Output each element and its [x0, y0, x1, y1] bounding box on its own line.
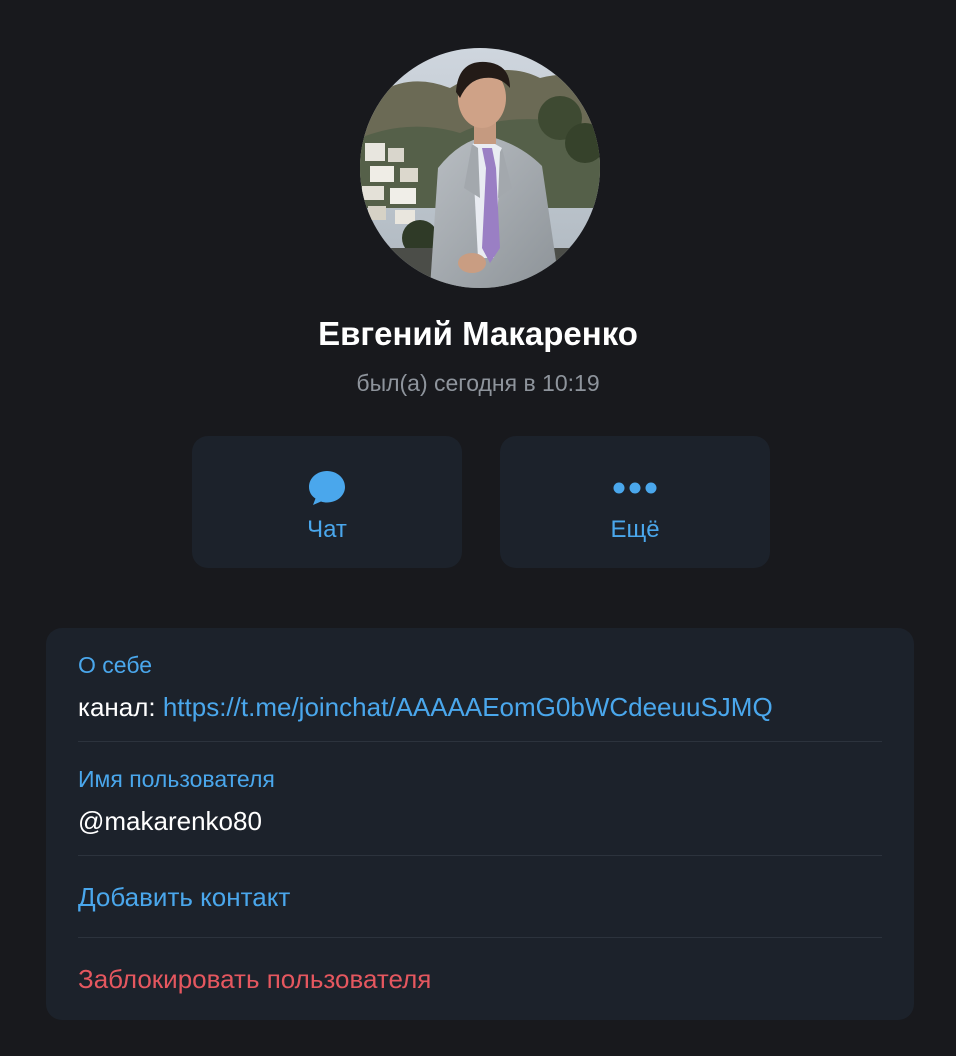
username-value: @makarenko80 [78, 806, 262, 836]
add-contact-button[interactable]: Добавить контакт [78, 880, 290, 914]
about-value: канал: https://t.me/joinchat/AAAAAEomG0b… [78, 690, 882, 724]
channel-link[interactable]: https://t.me/joinchat/AAAAAEomG0bWCdeeuu… [163, 692, 773, 722]
divider [78, 741, 882, 742]
divider [78, 855, 882, 856]
info-card: О себе канал: https://t.me/joinchat/AAAA… [46, 628, 914, 1020]
more-dots-icon [500, 468, 770, 508]
chat-button-label: Чат [307, 516, 347, 543]
username-caption: Имя пользователя [78, 766, 275, 792]
chat-button[interactable]: Чат [192, 436, 462, 568]
avatar[interactable] [360, 48, 600, 288]
profile-name: Евгений Макаренко [318, 315, 638, 352]
about-section: О себе канал: https://t.me/joinchat/AAAA… [78, 650, 882, 724]
username-section[interactable]: Имя пользователя @makarenko80 [78, 764, 882, 838]
more-button[interactable]: Ещё [500, 436, 770, 568]
divider [78, 937, 882, 938]
about-caption: О себе [78, 652, 153, 678]
block-user-button[interactable]: Заблокировать пользователя [78, 962, 431, 996]
last-seen-status: был(а) сегодня в 10:19 [356, 370, 600, 396]
more-button-label: Ещё [610, 516, 660, 543]
about-prefix: канал: [78, 692, 163, 722]
avatar-photo [360, 48, 600, 288]
chat-bubble-icon [192, 468, 462, 508]
